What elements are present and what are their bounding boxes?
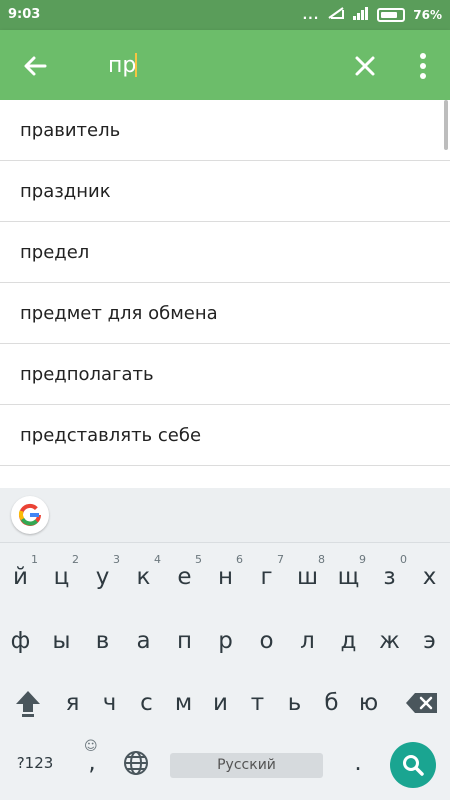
keyboard-row-3: я ч с м и т ь б ю [0, 674, 450, 732]
key[interactable]: 9щ [328, 548, 369, 606]
keyboard-row-4: ?123 ☺ , Русский . [0, 734, 450, 800]
key[interactable]: а [123, 612, 164, 670]
suggestion-item[interactable]: правитель [0, 100, 450, 161]
search-icon [403, 755, 424, 776]
space-bar[interactable]: Русский [170, 753, 323, 778]
search-field[interactable] [108, 50, 328, 80]
key-label: ш [296, 564, 319, 590]
key[interactable]: ю [348, 674, 389, 732]
key[interactable]: ж [369, 612, 410, 670]
key-hint: 3 [113, 553, 120, 566]
key[interactable]: б [311, 674, 352, 732]
key-label: у [95, 564, 110, 590]
globe-icon [124, 751, 148, 775]
suggestion-list: правитель праздник предел предмет для об… [0, 100, 450, 488]
signal-off-icon [327, 6, 345, 23]
key-label: й [13, 564, 28, 590]
google-button[interactable] [11, 496, 49, 534]
key[interactable]: п [164, 612, 205, 670]
key[interactable]: ь [274, 674, 315, 732]
language-key[interactable] [115, 734, 157, 792]
key[interactable]: о [246, 612, 287, 670]
key[interactable]: т [237, 674, 278, 732]
key[interactable]: р [205, 612, 246, 670]
search-app-bar [0, 30, 450, 100]
keyboard-row-2: ф ы в а п р о л д ж э [0, 612, 450, 670]
key-hint: 1 [31, 553, 38, 566]
status-time: 9:03 [8, 7, 41, 22]
on-screen-keyboard: 1й 2ц 3у 4к 5е 6н 7г 8ш 9щ 0з х ф ы в а … [0, 488, 450, 800]
google-g-icon [19, 503, 41, 526]
key-label: щ [337, 564, 360, 590]
key[interactable]: 6н [205, 548, 246, 606]
backspace-key[interactable] [398, 674, 446, 732]
key-label: к [136, 564, 151, 590]
suggestion-item[interactable]: предмет для обмена [0, 283, 450, 344]
key-hint: 6 [236, 553, 243, 566]
shift-arrow-icon [16, 691, 40, 717]
key-hint: 7 [277, 553, 284, 566]
key[interactable]: ф [0, 612, 41, 670]
key-label: з [383, 564, 396, 590]
suggestion-item[interactable]: предел [0, 222, 450, 283]
clear-search-button[interactable] [350, 51, 380, 81]
key[interactable]: 3у [82, 548, 123, 606]
keyboard-search-button[interactable] [390, 742, 436, 788]
suggestion-item[interactable]: предполагать [0, 344, 450, 405]
key-label: г [260, 564, 273, 590]
key-hint: 4 [154, 553, 161, 566]
key[interactable]: 7г [246, 548, 287, 606]
notification-dots-icon: ... [302, 7, 320, 22]
key[interactable]: 0з [369, 548, 410, 606]
back-button[interactable] [18, 49, 52, 83]
comma-key[interactable]: ☺ , [72, 734, 112, 792]
key[interactable]: я [52, 674, 93, 732]
more-vertical-icon [420, 53, 426, 79]
key[interactable]: 2ц [41, 548, 82, 606]
key[interactable]: 1й [0, 548, 41, 606]
key[interactable]: ы [41, 612, 82, 670]
key-label: ц [53, 564, 70, 590]
key[interactable]: э [409, 612, 450, 670]
key-label: н [217, 564, 234, 590]
key-hint: 2 [72, 553, 79, 566]
backspace-icon [406, 693, 437, 713]
text-caret [135, 53, 137, 77]
key-hint: 0 [400, 553, 407, 566]
key[interactable]: 8ш [287, 548, 328, 606]
suggestion-item[interactable]: представлять себе [0, 405, 450, 466]
key-label: х [422, 564, 437, 590]
key-hint: 5 [195, 553, 202, 566]
suggestion-item[interactable]: праздник [0, 161, 450, 222]
key[interactable]: с [126, 674, 167, 732]
key[interactable]: 5е [164, 548, 205, 606]
key-hint: 9 [359, 553, 366, 566]
overflow-menu-button[interactable] [413, 50, 433, 82]
keyboard-row-1: 1й 2ц 3у 4к 5е 6н 7г 8ш 9щ 0з х [0, 548, 450, 606]
battery-icon [377, 7, 406, 22]
keyboard-toolbar [0, 488, 450, 543]
search-input[interactable] [108, 50, 328, 80]
period-key[interactable]: . [338, 734, 378, 792]
list-scrollbar[interactable] [444, 100, 448, 150]
emoji-icon: ☺ [84, 739, 98, 754]
key[interactable]: л [287, 612, 328, 670]
key[interactable]: х [409, 548, 450, 606]
arrow-left-icon [24, 56, 47, 76]
battery-percent: 76% [413, 7, 442, 22]
key[interactable]: д [328, 612, 369, 670]
key[interactable]: м [163, 674, 204, 732]
shift-key[interactable] [4, 674, 52, 732]
key[interactable]: ч [89, 674, 130, 732]
key[interactable]: в [82, 612, 123, 670]
close-icon [355, 56, 375, 76]
key-label: е [177, 564, 192, 590]
key[interactable]: 4к [123, 548, 164, 606]
symbols-key[interactable]: ?123 [4, 734, 66, 792]
status-bar: 9:03 ... 76% [0, 0, 450, 30]
status-icons: ... 76% [303, 6, 442, 23]
key-hint: 8 [318, 553, 325, 566]
signal-bars-icon [353, 6, 369, 23]
key[interactable]: и [200, 674, 241, 732]
